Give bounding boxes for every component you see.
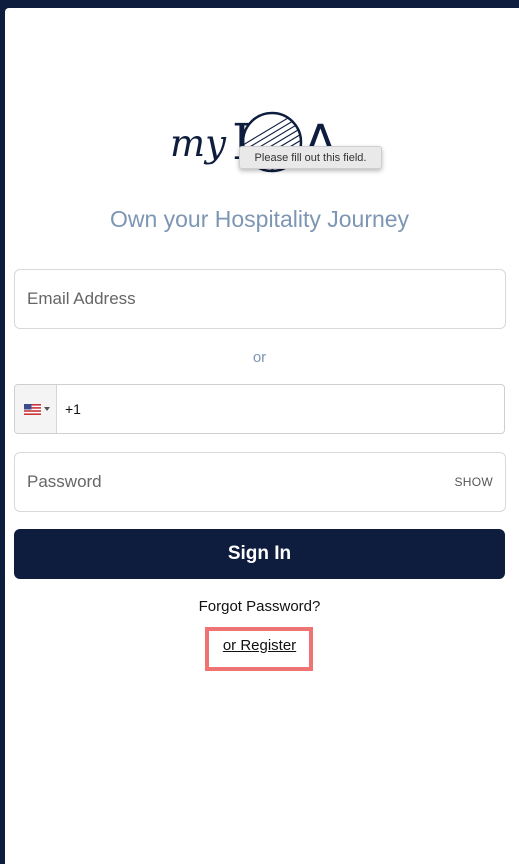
tagline: Own your Hospitality Journey (109, 206, 410, 232)
validation-tooltip: Please fill out this field. (239, 146, 382, 169)
email-input[interactable] (15, 270, 505, 328)
or-separator: or (252, 349, 267, 366)
register-link[interactable]: or Register (0, 637, 519, 654)
phone-field-container (14, 384, 505, 434)
sign-in-button[interactable]: Sign In (14, 529, 505, 579)
phone-input[interactable] (65, 385, 495, 433)
us-flag-icon (24, 404, 41, 415)
password-input[interactable] (15, 453, 445, 511)
email-field-container (14, 269, 506, 329)
country-code-selector[interactable] (15, 385, 57, 433)
forgot-password-link[interactable]: Forgot Password? (0, 598, 519, 615)
chevron-down-icon (44, 407, 50, 411)
logo-text-my: my (170, 122, 227, 165)
password-field-container: SHOW (14, 452, 506, 512)
show-password-button[interactable]: SHOW (454, 475, 493, 489)
